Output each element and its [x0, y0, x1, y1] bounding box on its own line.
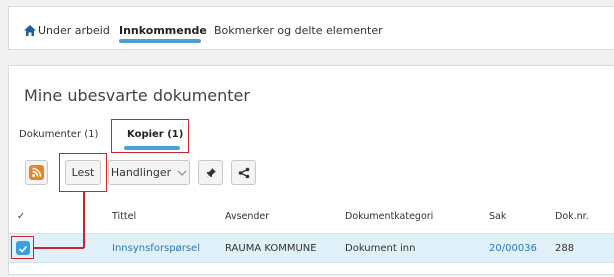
highlight-kopier-tab — [111, 119, 189, 153]
nav-active-indicator — [119, 39, 201, 43]
top-navigation: Under arbeid Innkommende Bokmerker og de… — [8, 6, 614, 50]
handlinger-dropdown[interactable]: Handlinger — [108, 160, 190, 185]
table-header: ✓ Tittel Avsender Dokumentkategori Sak D… — [9, 199, 614, 233]
handlinger-label: Handlinger — [110, 166, 172, 179]
rss-icon — [29, 165, 44, 180]
tab-dokumenter[interactable]: Dokumenter (1) — [19, 129, 98, 140]
column-header-doknr[interactable]: Dok.nr. — [555, 211, 589, 222]
lest-button[interactable]: Lest — [65, 160, 101, 185]
cell-sak[interactable]: 20/00036 — [489, 243, 537, 254]
cell-doknr: 288 — [555, 243, 575, 254]
lest-label: Lest — [71, 166, 95, 179]
nav-innkommende[interactable]: Innkommende — [119, 24, 207, 37]
pin-icon — [205, 167, 216, 178]
select-all-header[interactable]: ✓ — [17, 211, 25, 222]
rss-button[interactable] — [25, 160, 48, 185]
nav-bokmerker[interactable]: Bokmerker og delte elementer — [214, 24, 383, 37]
column-header-avsender[interactable]: Avsender — [225, 211, 269, 222]
chevron-down-icon — [177, 170, 187, 176]
column-header-dokumentkategori[interactable]: Dokumentkategori — [345, 211, 433, 222]
column-header-tittel[interactable]: Tittel — [112, 211, 136, 222]
cell-tittel[interactable]: Innsynsforspørsel — [112, 243, 200, 254]
cell-avsender: RAUMA KOMMUNE — [225, 243, 317, 254]
cell-dokumentkategori: Dokument inn — [345, 243, 416, 254]
table-row[interactable]: Innsynsforspørsel RAUMA KOMMUNE Dokument… — [9, 233, 614, 263]
column-header-sak[interactable]: Sak — [489, 211, 506, 222]
highlight-row-checkbox — [11, 236, 34, 259]
share-button[interactable] — [231, 160, 256, 185]
annotation-connector-horizontal — [34, 247, 84, 249]
unanswered-documents-panel: Mine ubesvarte dokumenter Dokumenter (1)… — [8, 65, 614, 275]
share-icon — [238, 167, 249, 178]
annotation-connector-vertical — [83, 192, 85, 248]
panel-title: Mine ubesvarte dokumenter — [24, 86, 250, 105]
nav-under-arbeid[interactable]: Under arbeid — [38, 24, 110, 37]
pin-button[interactable] — [198, 160, 223, 185]
home-icon — [24, 25, 36, 36]
